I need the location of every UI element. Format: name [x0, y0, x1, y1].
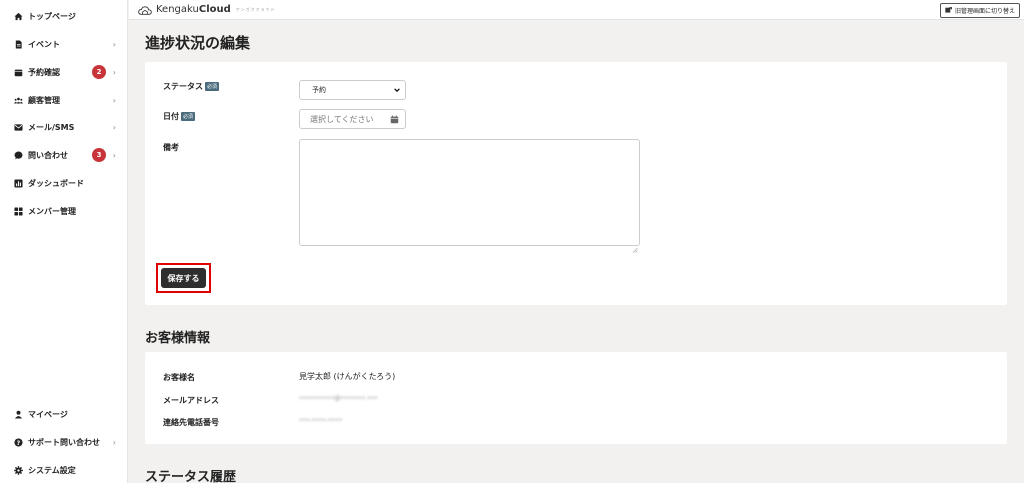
customer-info-title: お客様情報: [145, 331, 211, 346]
gear-icon: [14, 465, 23, 475]
chevron-right-icon: ›: [112, 122, 116, 132]
sidebar-item-mypage[interactable]: マイページ: [0, 403, 128, 425]
grid-icon: [14, 206, 23, 216]
brand-name: KengakuCloud: [156, 4, 231, 15]
sidebar-item-members[interactable]: メンバー管理: [0, 200, 128, 222]
page-title: 進捗状況の編集: [145, 34, 251, 52]
chevron-right-icon: ›: [112, 67, 116, 77]
app-logo[interactable]: KengakuCloud ケンガククラウド: [138, 0, 276, 19]
home-icon: [14, 12, 23, 21]
status-select-value: 予約: [312, 86, 326, 94]
status-select[interactable]: 予約: [299, 80, 406, 100]
save-button[interactable]: 保存する: [161, 268, 206, 288]
chart-icon: [14, 178, 23, 188]
help-circle-icon: ?: [14, 437, 23, 447]
save-button-highlight: 保存する: [156, 263, 211, 293]
chat-bubble-icon: [14, 151, 23, 160]
calendar-icon[interactable]: [390, 115, 399, 124]
cloud-icon: [138, 0, 152, 19]
sidebar-item-label: システム設定: [28, 465, 76, 475]
date-input-placeholder: 選択してください: [310, 114, 374, 124]
required-tag: 必須: [205, 82, 220, 91]
sidebar-item-reservations[interactable]: 予約確認 2 ›: [0, 61, 128, 83]
chevron-right-icon: ›: [112, 39, 116, 49]
sidebar-item-label: イベント: [28, 39, 60, 49]
resize-handle-icon[interactable]: [632, 238, 638, 253]
mail-icon: [14, 123, 23, 132]
calendar-icon: [14, 68, 23, 77]
phone-label: 連絡先電話番号: [163, 418, 219, 427]
sidebar-item-events[interactable]: イベント ›: [0, 33, 128, 55]
sidebar-item-customers[interactable]: 顧客管理 ›: [0, 89, 128, 111]
status-label: ステータス 必須: [163, 82, 220, 91]
customer-name-value: 見学太郎 (けんがくたろう): [299, 372, 396, 381]
top-header: KengakuCloud ケンガククラウド 旧管理画面に切り替え: [129, 0, 1024, 20]
sidebar-item-label: メール/SMS: [28, 122, 75, 132]
sidebar-item-mail-sms[interactable]: メール/SMS ›: [0, 116, 128, 138]
note-label: 備考: [163, 143, 179, 152]
sidebar-item-label: メンバー管理: [28, 206, 76, 216]
sidebar-item-label: 問い合わせ: [28, 150, 68, 160]
user-icon: [14, 410, 23, 419]
status-history-title: ステータス履歴: [145, 470, 237, 483]
switch-legacy-admin-button[interactable]: 旧管理画面に切り替え: [939, 3, 1020, 18]
sidebar-item-dashboard[interactable]: ダッシュボード: [0, 172, 128, 194]
required-tag: 必須: [181, 112, 196, 121]
chevron-down-icon: [393, 86, 401, 94]
sidebar-item-label: 予約確認: [28, 67, 60, 77]
sidebar-item-label: トップページ: [28, 11, 76, 21]
notification-badge: 2: [92, 65, 106, 79]
email-value: ••••••••••@•••••••.•••: [299, 395, 378, 402]
sidebar-item-label: 顧客管理: [28, 95, 60, 105]
sidebar-item-support[interactable]: ? サポート問い合わせ ›: [0, 431, 128, 453]
customer-name-label: お客様名: [163, 373, 195, 382]
notification-badge: 3: [92, 148, 106, 162]
svg-text:?: ?: [17, 439, 21, 446]
users-icon: [14, 96, 23, 105]
sidebar-item-label: サポート問い合わせ: [28, 437, 100, 447]
switch-legacy-admin-label: 旧管理画面に切り替え: [954, 8, 1015, 15]
switch-icon: [945, 7, 952, 14]
brand-tagline: ケンガククラウド: [235, 6, 276, 12]
sidebar-item-inquiries[interactable]: 問い合わせ 3 ›: [0, 144, 128, 166]
date-input[interactable]: 選択してください: [299, 109, 406, 129]
email-label: メールアドレス: [163, 396, 219, 405]
chevron-right-icon: ›: [112, 95, 116, 105]
date-label: 日付 必須: [163, 112, 196, 121]
chevron-right-icon: ›: [112, 150, 116, 160]
customer-info-card: [145, 352, 1007, 444]
sidebar-item-system-settings[interactable]: システム設定: [0, 459, 128, 481]
document-icon: [14, 39, 23, 49]
sidebar-item-label: マイページ: [28, 409, 68, 419]
phone-value: •••-••••-••••: [299, 417, 343, 424]
sidebar-item-top[interactable]: トップページ: [0, 5, 128, 27]
chevron-right-icon: ›: [112, 437, 116, 447]
sidebar: トップページ イベント › 予約確認 2 › 顧客管理 › メール/SMS › …: [0, 0, 128, 483]
sidebar-item-label: ダッシュボード: [28, 178, 84, 188]
note-textarea[interactable]: [299, 139, 640, 253]
